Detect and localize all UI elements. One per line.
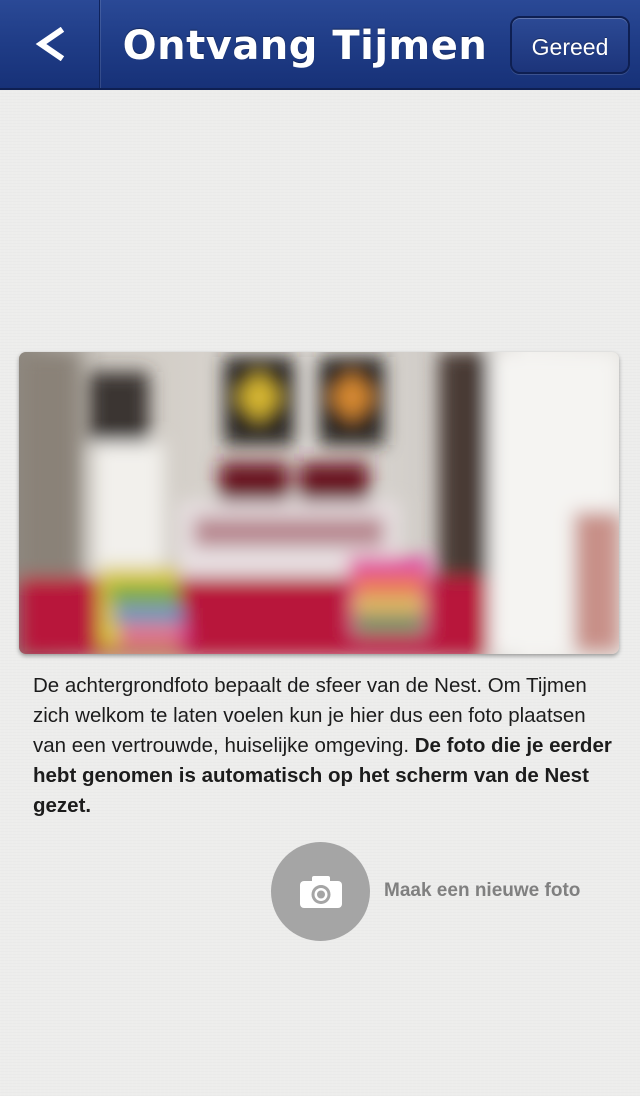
bedroom-photo-image [19, 352, 619, 654]
background-photo [19, 352, 619, 654]
back-chevron-icon [35, 27, 64, 61]
page-title: Ontvang Tijmen [122, 23, 488, 69]
take-photo-button[interactable] [271, 842, 370, 941]
done-button[interactable]: Gereed [510, 16, 630, 74]
take-photo-label[interactable]: Maak een nieuwe foto [384, 878, 580, 904]
back-button[interactable] [0, 0, 100, 88]
camera-icon [299, 875, 342, 908]
description-text: De achtergrondfoto bepaalt de sfeer van … [33, 671, 613, 821]
navigation-bar: Ontvang Tijmen Gereed [0, 0, 640, 90]
